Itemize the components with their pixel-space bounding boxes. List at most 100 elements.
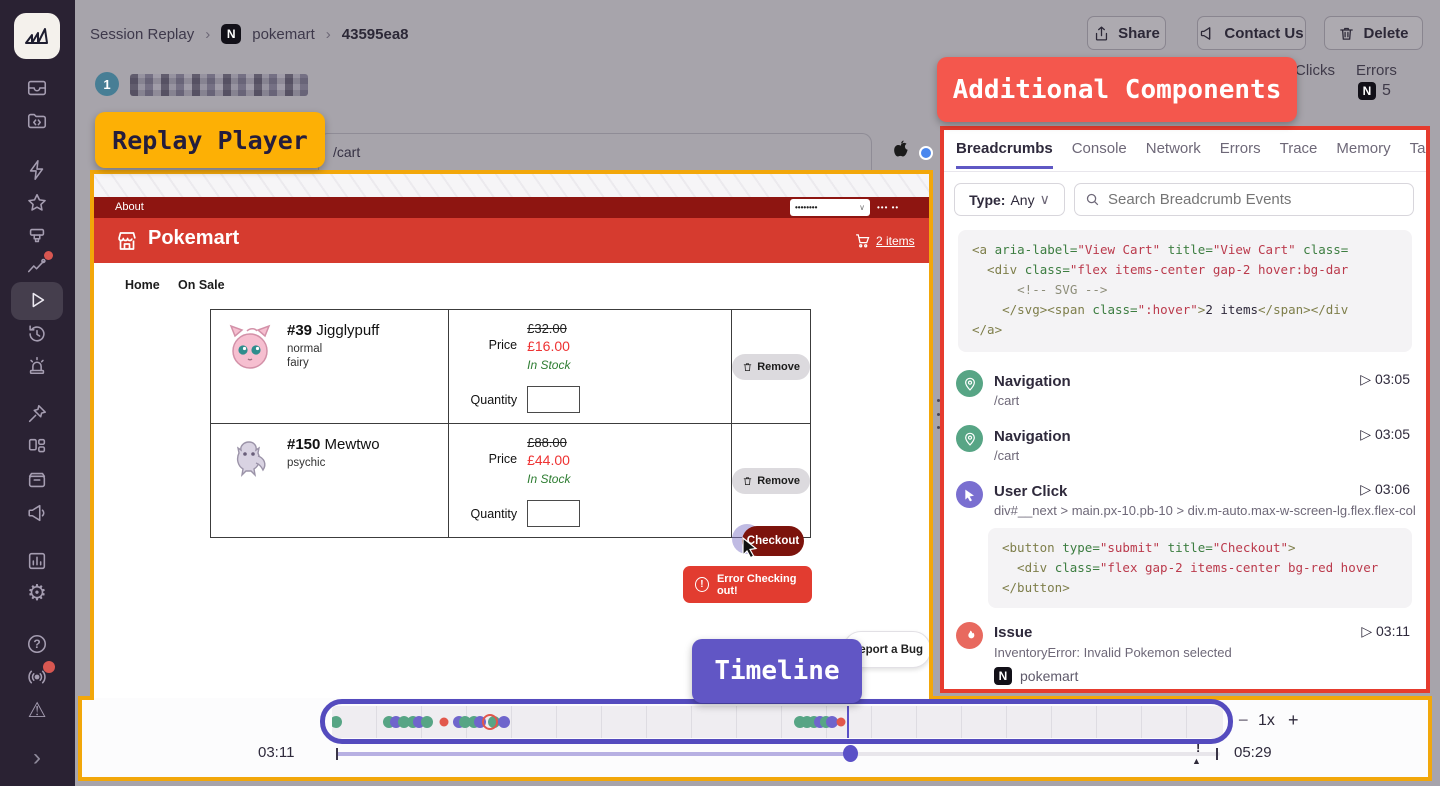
tabs-divider <box>944 171 1426 172</box>
error-marker[interactable]: ! <box>1196 740 1200 755</box>
inbox-icon[interactable] <box>25 76 49 100</box>
collapse-sidebar-icon[interactable]: › <box>25 746 49 770</box>
tab-memory[interactable]: Memory <box>1336 140 1390 169</box>
play-to-icon: ▷ <box>1361 623 1372 639</box>
code-folder-icon[interactable] <box>25 109 49 133</box>
timeline-event-track[interactable] <box>332 706 1223 738</box>
event-title[interactable]: Issue <box>994 624 1032 641</box>
quantity-input[interactable] <box>527 386 580 413</box>
seek-end-tick <box>1216 748 1218 760</box>
help-icon[interactable]: ? <box>25 632 49 656</box>
tab-network[interactable]: Network <box>1146 140 1201 169</box>
replay-player-viewport[interactable]: About •••••••• ∨ ••• •• Pokemart 2 items… <box>92 172 931 698</box>
timeline-event-dot[interactable] <box>440 718 449 727</box>
site-nav-home[interactable]: Home <box>125 278 160 292</box>
share-button[interactable]: Share <box>1087 16 1166 50</box>
megaphone-icon[interactable] <box>25 501 49 525</box>
event-timestamp[interactable]: ▷ 03:11 <box>1361 623 1410 640</box>
tab-console[interactable]: Console <box>1072 140 1127 169</box>
clicks-stat-label: Clicks <box>1295 62 1335 79</box>
timeline-event-dot[interactable] <box>421 716 433 728</box>
pokemon-type: normal <box>287 343 379 355</box>
site-masked-select[interactable]: •••••••• ∨ <box>790 199 870 216</box>
remove-button[interactable]: Remove <box>732 354 810 380</box>
cart-row-jigglypuff: #39 Jigglypuff normal fairy Price £32.00… <box>211 310 811 424</box>
tab-truncated[interactable]: Ta <box>1410 140 1426 169</box>
seek-bar[interactable] <box>336 749 1220 759</box>
speed-increase-button[interactable]: + <box>1288 710 1299 731</box>
navigation-event-icon <box>956 370 983 397</box>
site-brand[interactable]: Pokemart <box>148 227 239 250</box>
status-broadcast-icon[interactable] <box>25 665 49 689</box>
share-label: Share <box>1118 25 1160 42</box>
masked-select-value: •••••••• <box>795 203 817 212</box>
settings-icon[interactable]: ⚙ <box>25 581 49 605</box>
type-filter-dropdown[interactable]: Type: Any ∨ <box>954 183 1065 216</box>
old-price: £88.00 <box>527 435 567 450</box>
chevron-down-icon: ∨ <box>1040 191 1050 208</box>
event-timestamp[interactable]: ▷ 03:05 <box>1360 371 1410 388</box>
contact-us-button[interactable]: Contact Us <box>1197 16 1306 50</box>
site-about-link[interactable]: About <box>115 201 144 213</box>
pokemon-number: #150 <box>287 436 320 453</box>
event-title[interactable]: Navigation <box>994 373 1071 390</box>
timeline-event-dot[interactable] <box>837 718 846 727</box>
sale-price: £44.00 <box>527 452 570 468</box>
breadcrumb-project[interactable]: pokemart <box>252 26 315 43</box>
search-box[interactable] <box>1074 183 1414 216</box>
alerts-icon[interactable] <box>25 353 49 377</box>
event-title[interactable]: Navigation <box>994 428 1071 445</box>
cart-row-mewtwo: #150 Mewtwo psychic Price £88.00 £44.00 … <box>211 424 811 538</box>
navigation-event-icon <box>956 425 983 452</box>
drawer-icon[interactable] <box>25 468 49 492</box>
timeline-event-dot[interactable] <box>332 716 342 728</box>
trends-icon[interactable] <box>25 254 49 278</box>
nextjs-logo: N <box>221 24 241 44</box>
posthog-logo[interactable] <box>14 13 60 59</box>
remove-button[interactable]: Remove <box>732 468 810 494</box>
tab-breadcrumbs[interactable]: Breadcrumbs <box>956 140 1053 169</box>
price-label: Price <box>449 434 517 488</box>
history-icon[interactable] <box>25 321 49 345</box>
star-icon[interactable] <box>25 191 49 215</box>
event-timestamp[interactable]: ▷ 03:06 <box>1360 481 1410 498</box>
search-input[interactable] <box>1108 191 1403 208</box>
seek-progress <box>336 752 850 756</box>
annotation-additional-components: Additional Components <box>937 57 1297 122</box>
errors-count: 5 <box>1382 82 1391 100</box>
errors-stat-label: Errors <box>1356 62 1397 79</box>
delete-button[interactable]: Delete <box>1324 16 1423 50</box>
bolt-icon[interactable] <box>25 158 49 182</box>
cart-items-link[interactable]: 2 items <box>876 234 915 248</box>
apps-icon[interactable] <box>25 435 49 459</box>
session-replay-icon[interactable] <box>25 288 49 312</box>
speed-decrease-button[interactable]: − <box>1238 710 1249 731</box>
seek-start-tick <box>336 748 338 760</box>
site-header: Pokemart 2 items <box>92 218 931 263</box>
breadcrumb-session-replay[interactable]: Session Replay <box>90 26 194 43</box>
inspector-tabs: Breadcrumbs Console Network Errors Trace… <box>956 140 1426 169</box>
funnel-icon[interactable] <box>25 224 49 248</box>
seek-thumb[interactable] <box>843 745 858 762</box>
event-timestamp[interactable]: ▷ 03:05 <box>1360 426 1410 443</box>
charts-icon[interactable] <box>25 549 49 573</box>
pokemon-name: Mewtwo <box>325 436 380 453</box>
store-icon <box>115 229 139 253</box>
warning-icon[interactable]: ⚠ <box>25 698 49 722</box>
timeline-playhead[interactable] <box>847 706 849 738</box>
tab-trace[interactable]: Trace <box>1280 140 1318 169</box>
timeline-event-dot[interactable] <box>482 714 498 730</box>
pin-icon[interactable] <box>25 402 49 426</box>
event-subtitle: /cart <box>994 393 1019 408</box>
event-title[interactable]: User Click <box>994 483 1067 500</box>
cursor-icon <box>742 537 759 558</box>
tab-errors[interactable]: Errors <box>1220 140 1261 169</box>
site-nav-onsale[interactable]: On Sale <box>178 278 225 292</box>
event-time-value: 03:11 <box>1376 623 1410 639</box>
panel-resize-handle[interactable] <box>934 399 942 429</box>
player-letterbox <box>92 172 931 197</box>
quantity-input[interactable] <box>527 500 580 527</box>
speed-value[interactable]: 1x <box>1258 712 1275 730</box>
old-price: £32.00 <box>527 321 567 336</box>
timeline-event-dot[interactable] <box>498 716 510 728</box>
